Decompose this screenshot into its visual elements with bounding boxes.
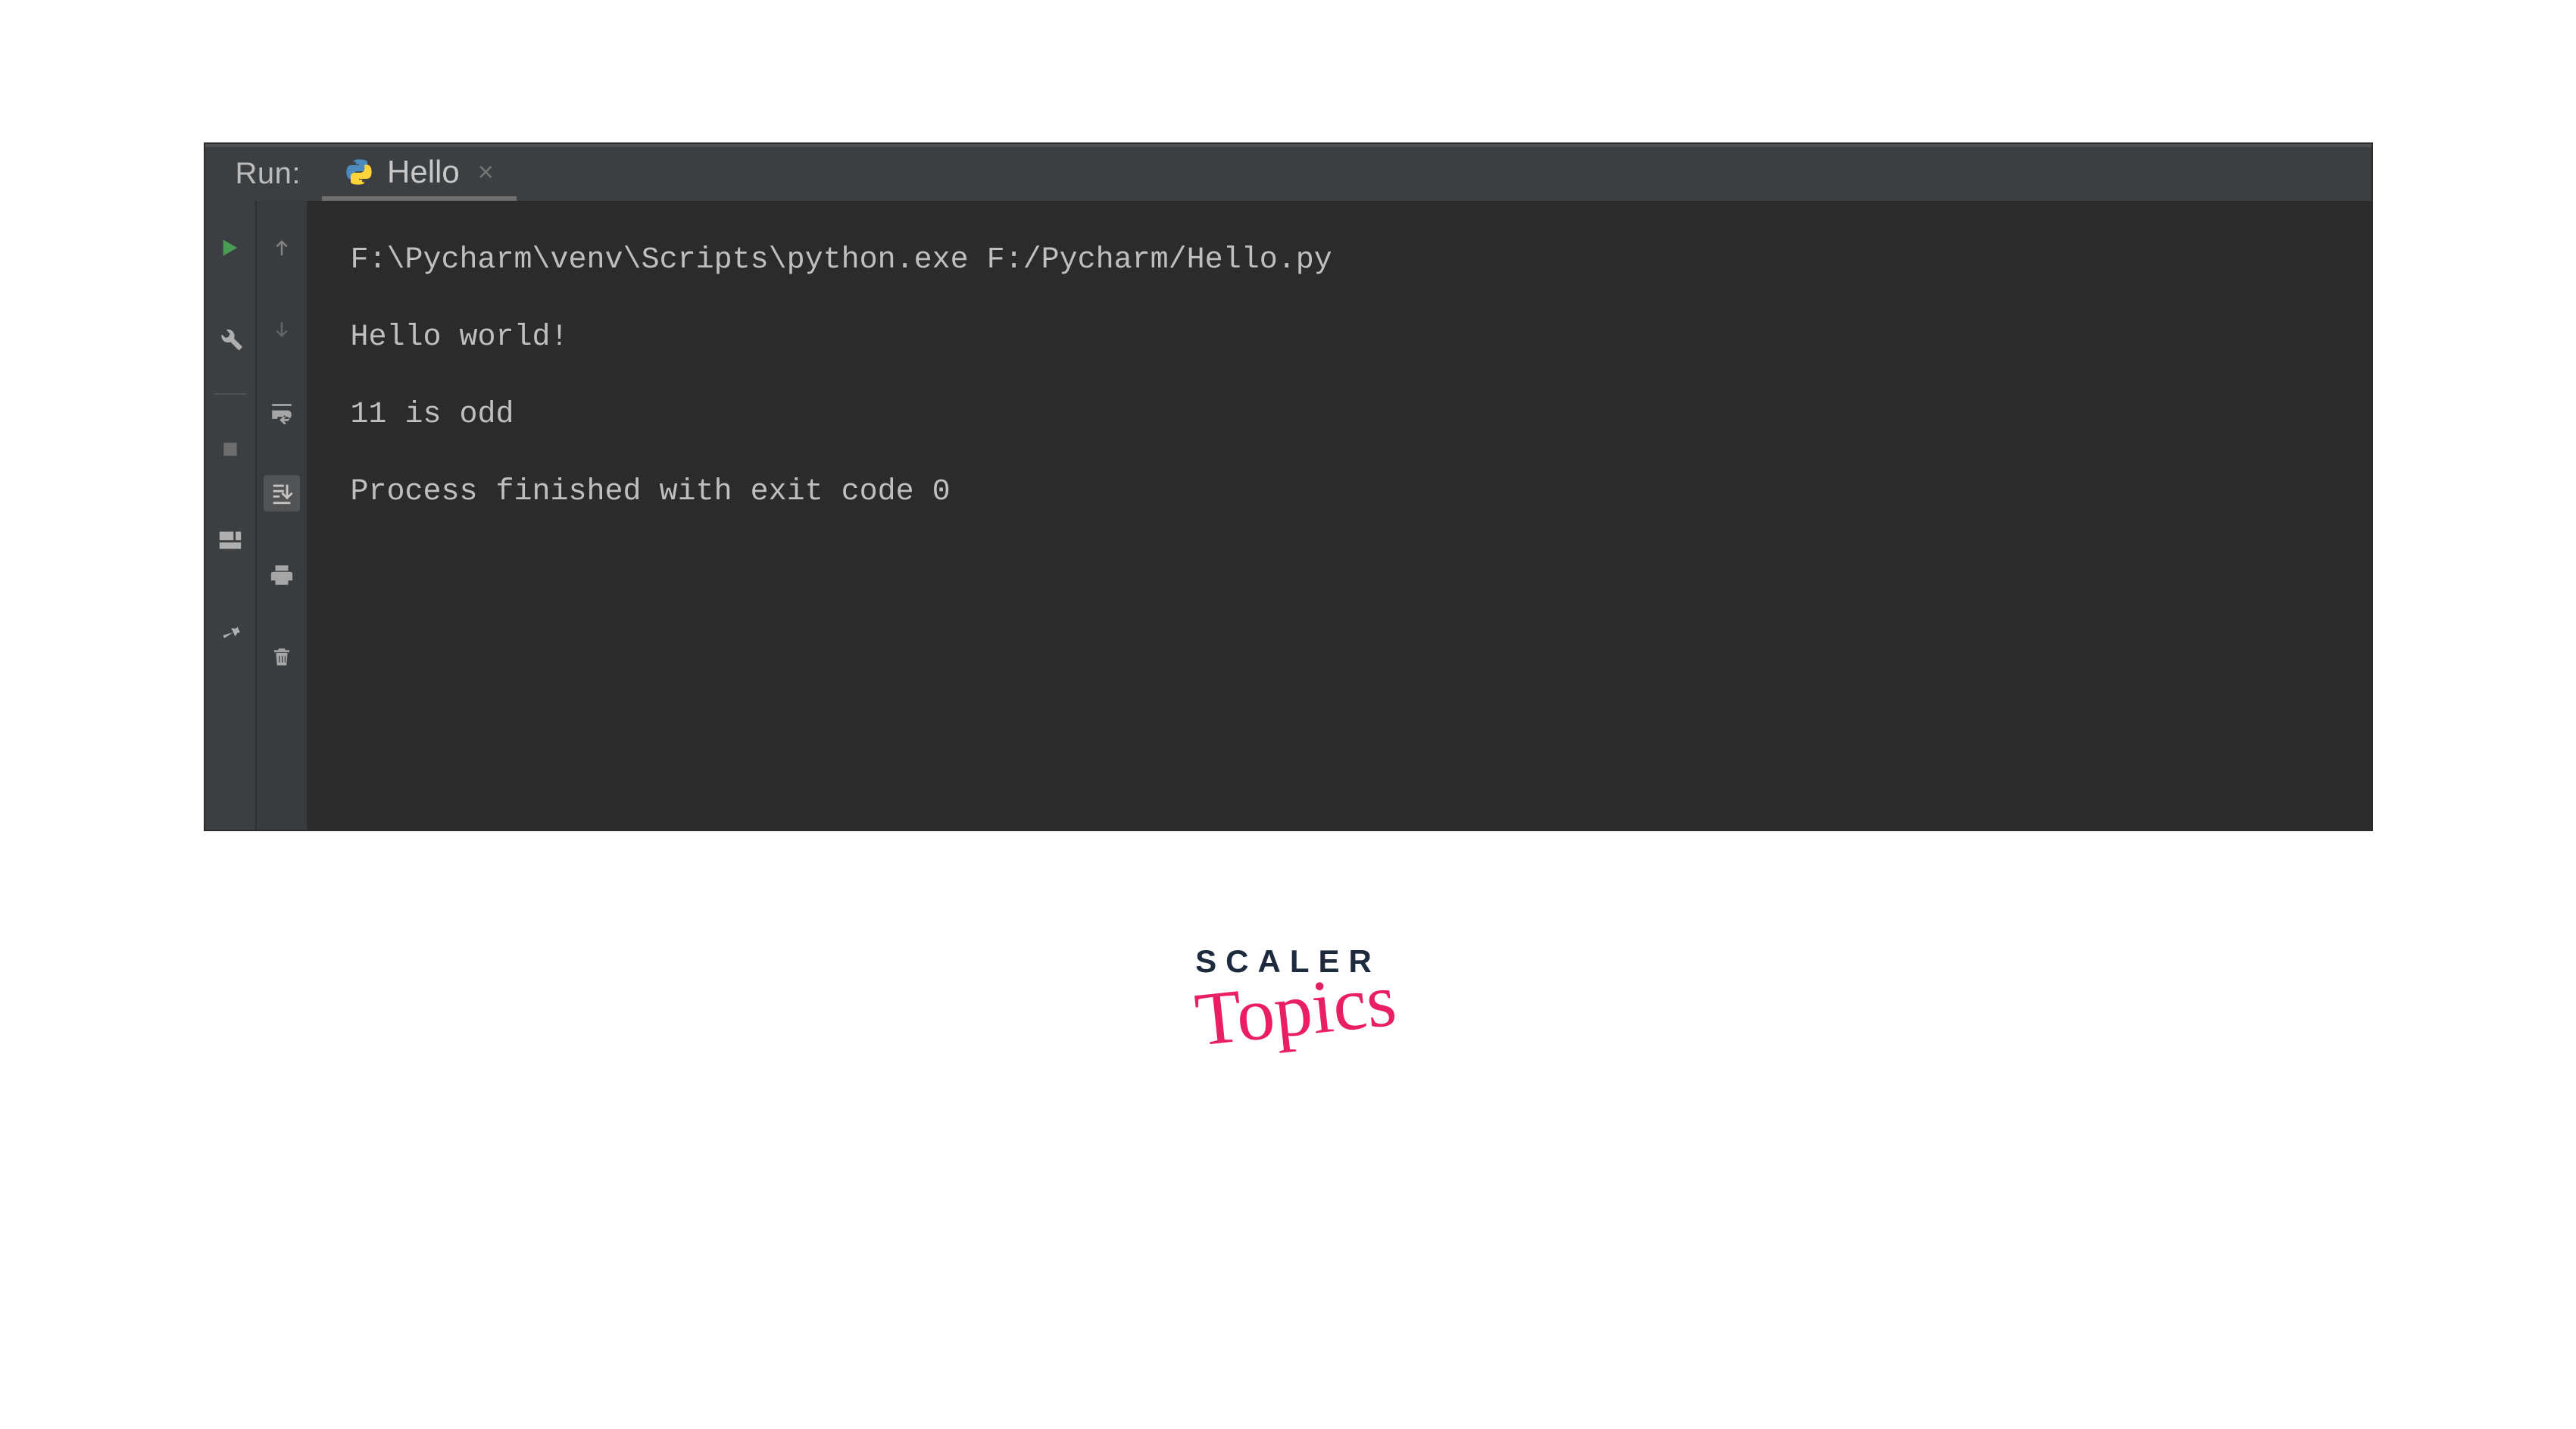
- trash-icon: [270, 644, 293, 670]
- run-body: F:\Pycharm\venv\Scripts\python.exe F:/Py…: [205, 201, 2371, 830]
- edit-config-button[interactable]: [212, 321, 248, 357]
- console-line: 11 is odd: [351, 377, 2341, 454]
- console-output[interactable]: F:\Pycharm\venv\Scripts\python.exe F:/Py…: [308, 201, 2371, 830]
- scaler-topics-watermark: SCALER Topics: [1188, 943, 1388, 1033]
- run-toolbar-secondary: [257, 201, 308, 830]
- arrow-up-icon: [270, 236, 293, 259]
- arrow-down-icon: [270, 318, 293, 341]
- run-panel-label: Run:: [205, 157, 323, 191]
- print-button[interactable]: [264, 557, 300, 593]
- rerun-icon: [218, 236, 242, 260]
- rerun-button[interactable]: [212, 230, 248, 266]
- print-icon: [269, 562, 295, 588]
- down-stack-button[interactable]: [264, 311, 300, 348]
- scroll-to-end-icon: [269, 480, 295, 506]
- console-line: Process finished with exit code 0: [351, 454, 2341, 531]
- stop-icon: [220, 439, 240, 459]
- scroll-to-end-button[interactable]: [264, 475, 300, 511]
- run-toolbar-primary: [205, 201, 257, 830]
- pin-icon: [217, 618, 243, 644]
- run-tab-bar: Run: Hello ×: [205, 144, 2371, 201]
- clear-all-button[interactable]: [264, 639, 300, 675]
- layout-icon: [217, 527, 243, 553]
- toolbar-separator: [214, 393, 247, 395]
- up-stack-button[interactable]: [264, 230, 300, 266]
- python-icon: [345, 158, 373, 186]
- run-tab-title: Hello: [387, 154, 460, 190]
- console-line: Hello world!: [351, 299, 2341, 377]
- wrench-icon: [217, 326, 243, 352]
- console-line: F:\Pycharm\venv\Scripts\python.exe F:/Py…: [351, 222, 2341, 299]
- watermark-line2: Topics: [1193, 977, 1397, 1043]
- soft-wrap-icon: [269, 399, 295, 424]
- soft-wrap-button[interactable]: [264, 393, 300, 430]
- run-tool-window: Run: Hello ×: [205, 144, 2371, 830]
- close-tab-icon[interactable]: ×: [478, 156, 494, 188]
- layout-button[interactable]: [212, 522, 248, 558]
- pin-button[interactable]: [212, 613, 248, 649]
- stop-button[interactable]: [212, 431, 248, 467]
- run-tab-hello[interactable]: Hello ×: [322, 147, 517, 201]
